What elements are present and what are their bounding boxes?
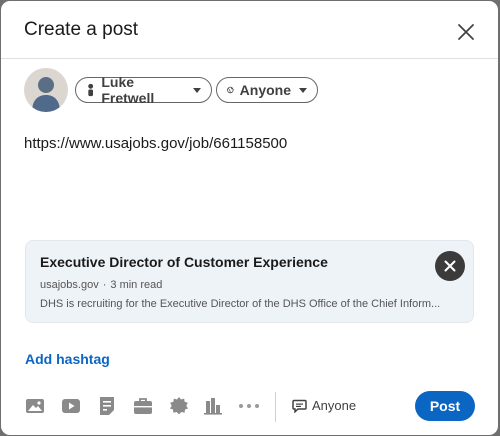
- preview-domain: usajobs.gov: [40, 279, 99, 291]
- post-toolbar: Anyone Post: [1, 389, 498, 425]
- link-preview-card[interactable]: Executive Director of Customer Experienc…: [25, 240, 474, 323]
- chevron-down-icon: [193, 87, 201, 93]
- job-icon: [134, 398, 152, 414]
- add-document-button[interactable]: [96, 395, 118, 417]
- video-icon: [62, 399, 80, 413]
- photo-icon: [26, 399, 44, 413]
- author-selector[interactable]: Luke Fretwell: [75, 74, 212, 106]
- remove-preview-button[interactable]: [435, 251, 465, 281]
- close-icon: [444, 260, 456, 272]
- create-poll-button[interactable]: [202, 395, 224, 417]
- post-text-input[interactable]: https://www.usajobs.gov/job/661158500: [24, 135, 287, 152]
- visibility-selector[interactable]: Anyone: [216, 77, 318, 103]
- person-icon: [88, 83, 94, 97]
- share-job-button[interactable]: [132, 395, 154, 417]
- dialog-title: Create a post: [24, 19, 139, 40]
- close-icon: [458, 24, 474, 40]
- document-icon: [100, 397, 114, 415]
- toolbar-divider: [275, 392, 276, 422]
- celebrate-button[interactable]: [168, 395, 190, 417]
- post-button[interactable]: Post: [415, 391, 475, 421]
- add-hashtag-link[interactable]: Add hashtag: [25, 351, 110, 367]
- preview-description: DHS is recruiting for the Executive Dire…: [40, 298, 441, 310]
- poll-icon: [204, 398, 222, 415]
- comment-icon: [292, 399, 307, 413]
- create-post-dialog: Create a post Luke Fretwell Anyone https…: [1, 1, 498, 435]
- close-button[interactable]: [452, 18, 480, 46]
- comment-control-label: Anyone: [312, 398, 357, 413]
- preview-meta: usajobs.gov · 3 min read: [40, 279, 162, 291]
- person-silhouette-icon: [32, 77, 60, 112]
- avatar: [24, 68, 68, 112]
- author-name: Luke Fretwell: [101, 74, 155, 106]
- add-video-button[interactable]: [60, 395, 82, 417]
- celebrate-icon: [170, 397, 188, 415]
- comment-control-button[interactable]: Anyone: [292, 398, 356, 413]
- more-options-button[interactable]: [238, 395, 260, 417]
- preview-read-time: 3 min read: [110, 279, 163, 291]
- add-photo-button[interactable]: [24, 395, 46, 417]
- globe-icon: [227, 86, 234, 94]
- preview-title: Executive Director of Customer Experienc…: [40, 254, 328, 270]
- more-icon: [239, 404, 259, 408]
- visibility-label: Anyone: [239, 82, 291, 98]
- dialog-header: Create a post: [1, 1, 498, 59]
- preview-separator: ·: [102, 279, 107, 291]
- chevron-down-icon: [299, 87, 307, 93]
